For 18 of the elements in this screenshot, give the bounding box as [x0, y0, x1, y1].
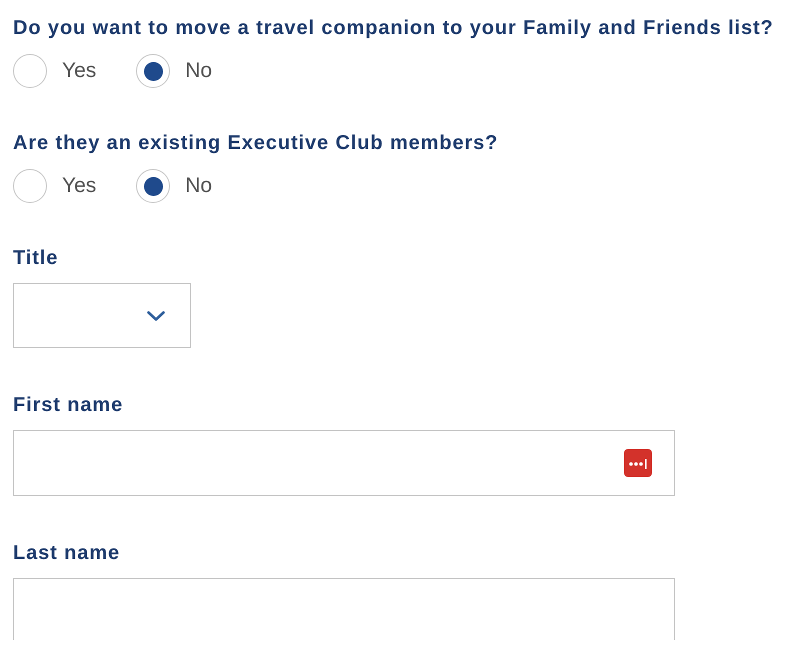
- radio-button[interactable]: [13, 169, 47, 203]
- field-label: Last name: [13, 542, 120, 564]
- question-label: Do you want to move a travel companion to your Family and Friends list?: [13, 17, 774, 39]
- field-label: First name: [13, 394, 124, 416]
- field-label: Title: [13, 247, 58, 269]
- radio-button[interactable]: [13, 54, 47, 88]
- option-label[interactable]: No: [185, 174, 212, 198]
- chevron-down-icon: [147, 310, 165, 320]
- text-input-field[interactable]: [13, 430, 675, 496]
- ellipsis-icon[interactable]: [624, 449, 652, 477]
- radio-button[interactable]: [136, 54, 170, 88]
- option-label[interactable]: Yes: [62, 59, 96, 83]
- option-label[interactable]: Yes: [62, 174, 96, 198]
- option-label[interactable]: No: [185, 59, 212, 83]
- radio-button[interactable]: [136, 169, 170, 203]
- text-input-field[interactable]: [13, 578, 675, 640]
- title-dropdown[interactable]: [13, 283, 191, 348]
- question-label: Are they an existing Executive Club members?: [13, 132, 498, 154]
